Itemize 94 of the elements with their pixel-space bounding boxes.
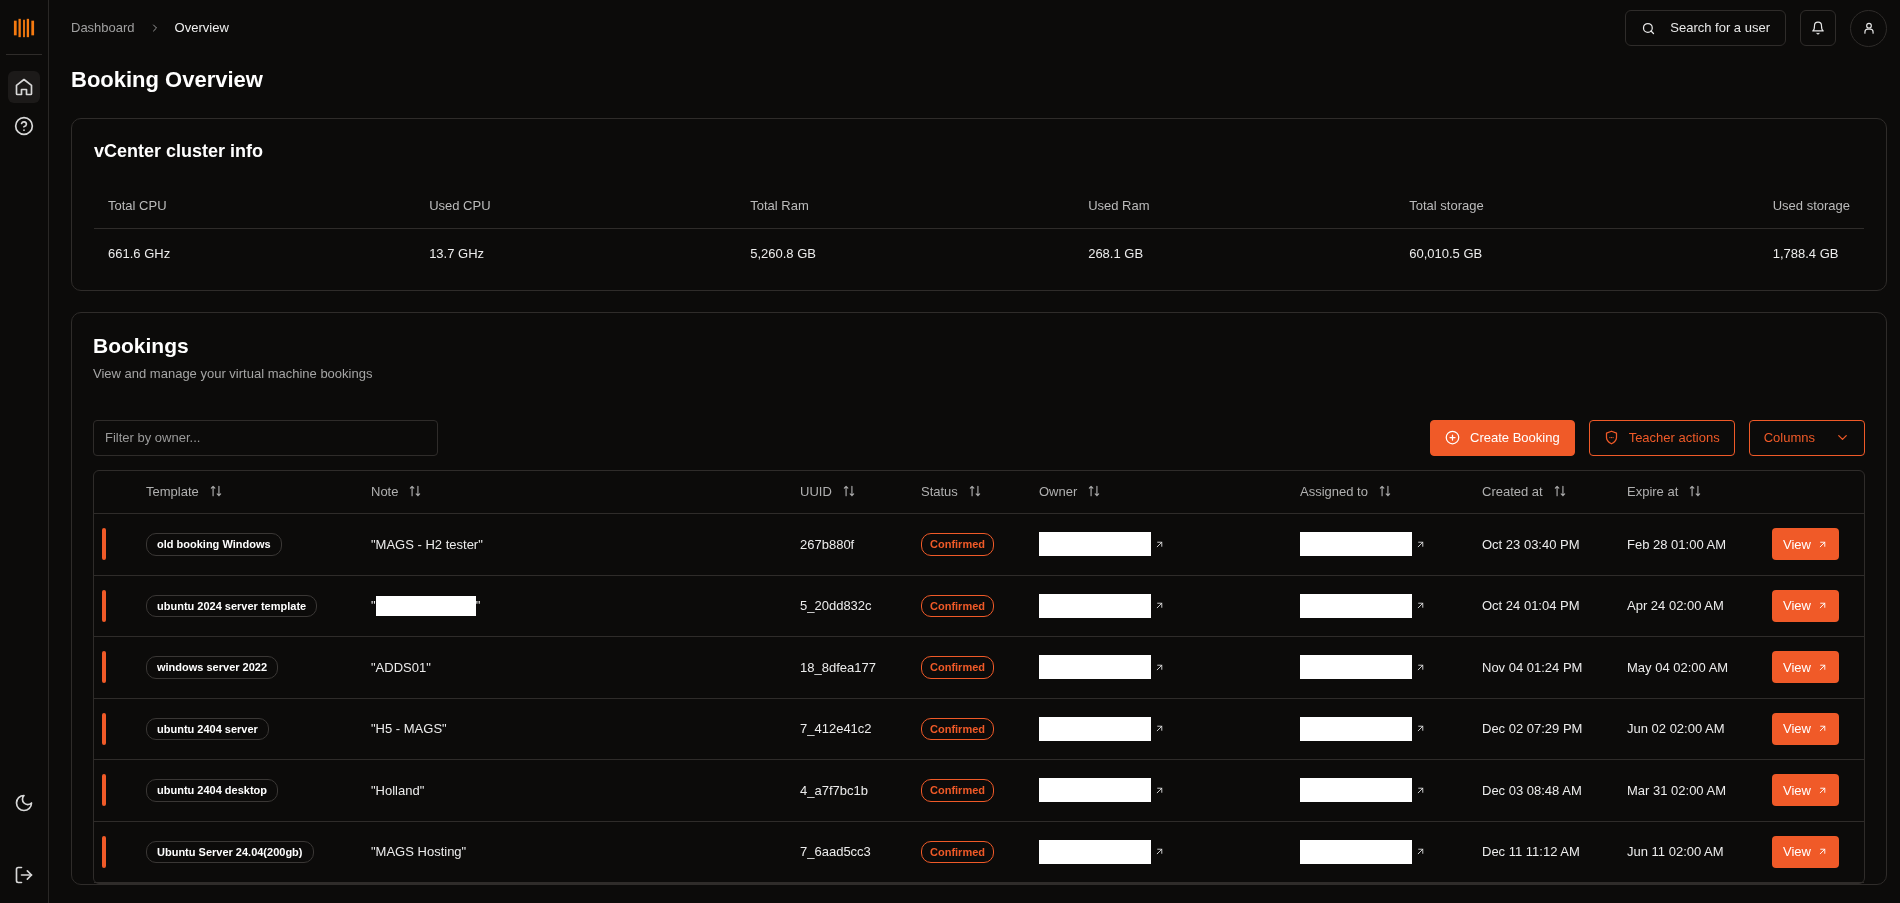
sort-icon [208,484,223,499]
table-cell: 5,260.8 GB [736,229,1075,280]
table-cell: Dec 03 08:48 AM [1474,759,1619,822]
column-header[interactable]: Owner [1031,470,1292,514]
status-badge: Confirmed [921,656,994,679]
teacher-actions-button[interactable]: Teacher actions [1588,419,1735,456]
card-title: vCenter cluster info [94,141,265,163]
column-header: Used storage [1758,183,1864,229]
table-cell: Feb 28 01:00 AM [1619,513,1764,576]
column-header: Used CPU [415,183,737,229]
sort-icon [408,484,423,499]
status-badge: Confirmed [921,840,994,864]
table-cell: 13.7 GHz [415,229,737,280]
nav-button[interactable] [8,71,40,103]
status-strip [102,774,106,807]
status-badge: Confirmed [921,717,994,741]
table-cell: 5_20dd832c [792,575,913,637]
columns-button[interactable]: Columns [1748,419,1865,456]
logout-icon [14,865,34,885]
table-cell: 7_412e41c2 [792,698,913,760]
column-header[interactable]: Assigned to [1292,470,1474,514]
column-header: Total storage [1395,183,1759,229]
plus-circle-icon [1445,430,1460,446]
help-icon [14,116,34,136]
table-cell: 4_a7f7bc1b [792,759,913,822]
bell-icon [1811,21,1825,35]
breadcrumb-current: Overview [174,19,229,38]
table-cell: Mar 31 02:00 AM [1619,759,1764,822]
table-cell: 60,010.5 GB [1395,229,1759,280]
column-header[interactable]: Created at [1474,470,1619,514]
table-cell: 661.6 GHz [94,229,416,280]
table-cell: May 04 02:00 AM [1619,636,1764,699]
status-strip [102,835,106,868]
template-tag: old booking Windows [146,533,282,556]
user-button[interactable] [1850,9,1887,47]
sort-icon [841,484,856,499]
moon-icon [14,793,34,813]
table-cell: Nov 04 01:24 PM [1474,636,1619,699]
column-header[interactable]: UUID [792,470,913,514]
status-strip [102,528,106,561]
table-cell: 7_6aad5cc3 [792,821,913,883]
table-cell: Oct 23 03:40 PM [1474,513,1619,576]
status-badge: Confirmed [921,533,994,556]
column-header[interactable]: Status [913,470,1031,514]
search-button[interactable]: Search for a user [1625,10,1786,46]
table-cell: 18_8dfea177 [792,636,913,699]
template-tag: windows server 2022 [146,656,279,679]
column-header: Total CPU [94,183,416,229]
column-header[interactable]: Expire at [1619,470,1764,514]
column-header[interactable]: Template [138,470,363,514]
template-tag: ubuntu 2404 server [146,717,269,741]
card-title: Bookings [93,333,190,359]
table-cell: Jun 02 02:00 AM [1619,698,1764,760]
table-cell: "H5 - MAGS" [363,698,792,760]
user-icon [1861,21,1876,35]
column-header: Total Ram [736,183,1075,229]
template-tag: ubuntu 2404 desktop [146,779,279,802]
sort-icon [1377,484,1392,499]
breadcrumb-link[interactable]: Dashboard [71,18,135,38]
status-badge: Confirmed [921,594,994,618]
card-subtitle: View and manage your virtual machine bookings [93,365,374,384]
table-cell: 267b880f [792,513,913,576]
table-cell: 1,788.4 GB [1758,229,1864,280]
sort-icon [1688,484,1703,499]
quote-mark: " [371,597,376,613]
status-strip [102,589,106,622]
home-icon [14,77,34,97]
shield-icon [1603,430,1619,446]
status-strip [102,651,106,684]
template-tag: Ubuntu Server 24.04(200gb) [146,840,314,864]
page-title: Booking Overview [71,67,264,94]
status-badge: Confirmed [921,779,994,802]
table-cell: Jun 11 02:00 AM [1619,821,1764,883]
sort-icon [1087,484,1102,499]
table-cell: Oct 24 01:04 PM [1474,575,1619,637]
table-cell: "MAGS - H2 tester" [363,513,792,576]
table-cell: "ADDS01" [363,636,792,699]
table-cell: "MAGS Hosting" [363,821,792,883]
table-cell: Apr 24 02:00 AM [1619,575,1764,637]
column-header[interactable]: Note [363,470,792,514]
notifications-button[interactable] [1800,10,1836,46]
sort-icon [1552,484,1567,499]
table-cell: Dec 11 11:12 AM [1474,821,1619,883]
column-header: Used Ram [1074,183,1396,229]
status-strip [102,712,106,745]
logo-icon [13,16,35,40]
filter-field[interactable]: Filter by owner... [93,419,438,456]
template-tag: ubuntu 2024 server template [146,594,318,618]
table-cell: "Holland" [363,759,792,822]
table-cell: Dec 02 07:29 PM [1474,698,1619,760]
sort-icon [967,484,982,499]
search-icon [1641,20,1657,36]
quote-mark: " [475,597,481,613]
table-cell: 268.1 GB [1074,229,1396,280]
